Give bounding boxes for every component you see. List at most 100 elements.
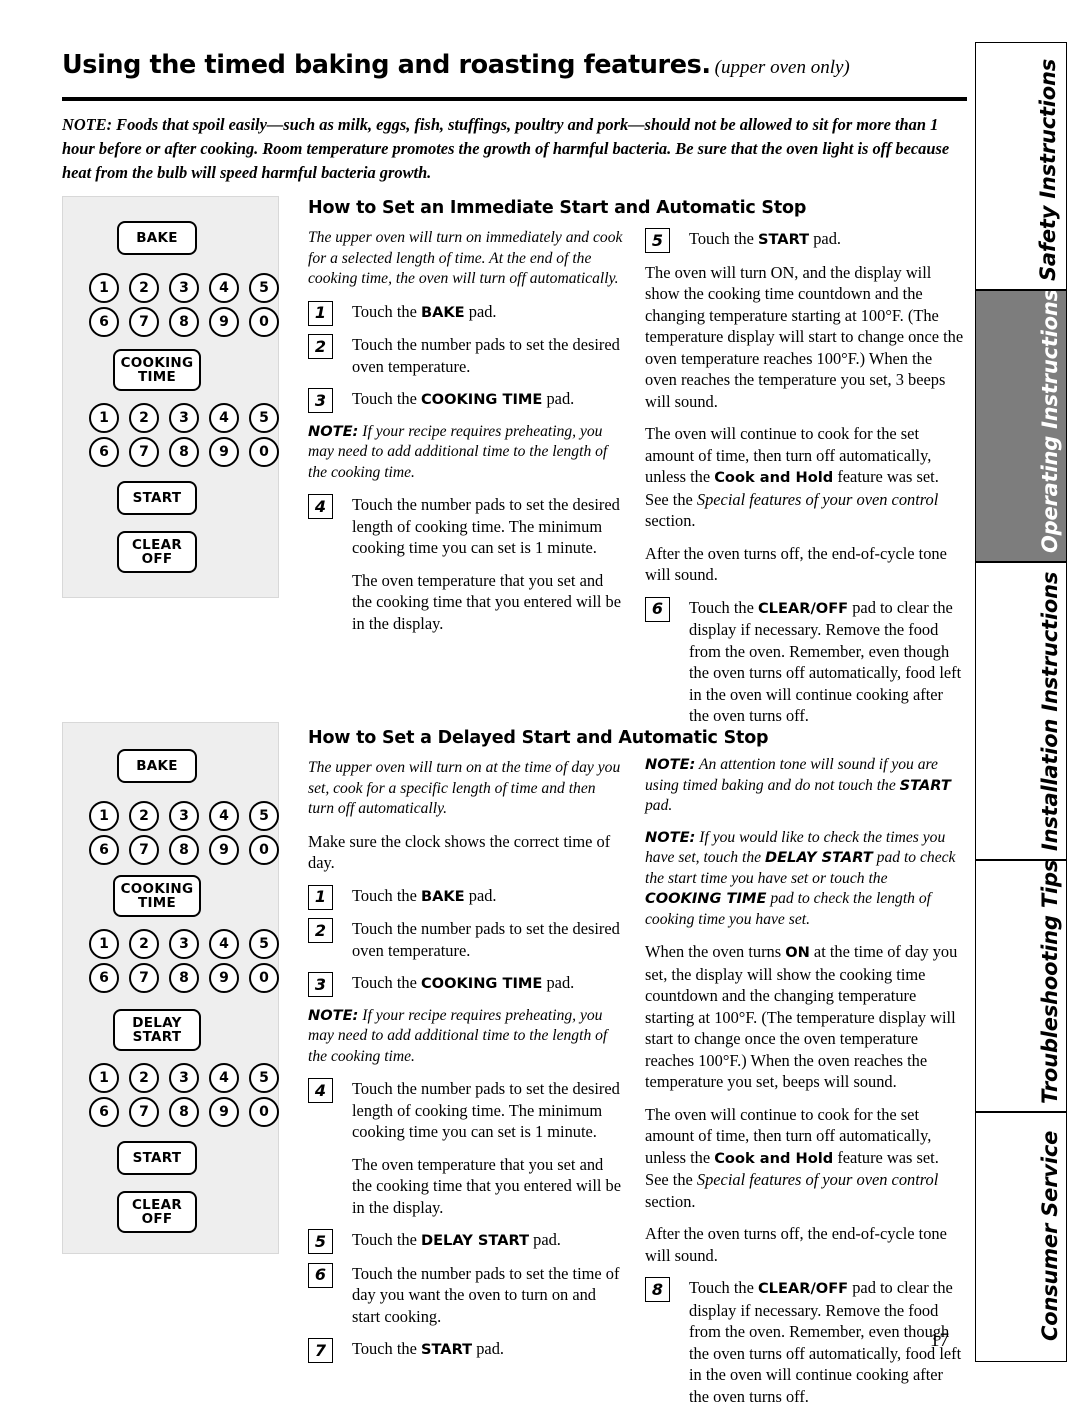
number-pad-row-4[interactable]: 6 7 8 9 0	[89, 963, 279, 993]
number-key[interactable]: 4	[209, 273, 239, 303]
delay-start-pad[interactable]: DELAY START	[113, 1009, 201, 1051]
number-pad-row-6[interactable]: 6 7 8 9 0	[89, 1097, 279, 1127]
number-key[interactable]: 4	[209, 403, 239, 433]
step-text: Touch the number pads to set the time of…	[352, 1263, 620, 1326]
number-key[interactable]: 0	[249, 1097, 279, 1127]
side-tab-consumer-service[interactable]: Consumer Service	[975, 1112, 1067, 1362]
bake-pad[interactable]: BAKE	[117, 749, 197, 783]
number-key[interactable]: 6	[89, 437, 119, 467]
number-pad-row-4[interactable]: 6 7 8 9 0	[89, 437, 279, 467]
number-key[interactable]: 2	[129, 929, 159, 959]
side-tab-installation-instructions[interactable]: Installation Instructions	[975, 562, 1067, 860]
section1-intro: The upper oven will turn on immediately …	[308, 229, 623, 287]
number-key[interactable]: 3	[169, 403, 199, 433]
number-key[interactable]: 1	[89, 273, 119, 303]
side-tab-column: Safety Instructions Operating Instructio…	[975, 42, 1067, 1362]
clear-off-pad[interactable]: CLEAR OFF	[117, 1191, 197, 1233]
number-key[interactable]: 8	[169, 963, 199, 993]
keypad-illustration-delayed-start: BAKE 1 2 3 4 5 6 7 8 9 0 COOKING TIME 1 …	[62, 722, 279, 1254]
number-key[interactable]: 0	[249, 835, 279, 865]
number-pad-row-2[interactable]: 6 7 8 9 0	[89, 835, 279, 865]
step-text-pre: Touch the	[352, 885, 421, 905]
note-label: NOTE:	[645, 828, 696, 846]
number-key[interactable]: 7	[129, 437, 159, 467]
number-key[interactable]: 3	[169, 801, 199, 831]
number-key[interactable]: 5	[249, 1063, 279, 1093]
clear-off-pad[interactable]: CLEAR OFF	[117, 531, 197, 573]
side-tab-safety-instructions[interactable]: Safety Instructions	[975, 42, 1067, 290]
number-key[interactable]: 4	[209, 929, 239, 959]
number-key[interactable]: 6	[89, 307, 119, 337]
number-key[interactable]: 0	[249, 963, 279, 993]
number-key[interactable]: 2	[129, 1063, 159, 1093]
number-key[interactable]: 1	[89, 1063, 119, 1093]
para-part: section.	[645, 1191, 696, 1211]
number-key[interactable]: 4	[209, 801, 239, 831]
number-key[interactable]: 5	[249, 403, 279, 433]
number-key[interactable]: 2	[129, 273, 159, 303]
page-title: Using the timed baking and roasting feat…	[62, 50, 711, 80]
number-key[interactable]: 5	[249, 801, 279, 831]
step-number: 1	[308, 884, 333, 910]
number-pad-row-3[interactable]: 1 2 3 4 5	[89, 403, 279, 433]
number-pad-row-5[interactable]: 1 2 3 4 5	[89, 1063, 279, 1093]
number-key[interactable]: 8	[169, 835, 199, 865]
cooking-time-pad[interactable]: COOKING TIME	[113, 349, 201, 391]
step-number: 7	[308, 1338, 333, 1363]
section2-cook-hold-paragraph: The oven will continue to cook for the s…	[645, 1104, 965, 1213]
number-key[interactable]: 7	[129, 963, 159, 993]
side-tab-troubleshooting-tips[interactable]: Troubleshooting Tips	[975, 860, 1067, 1112]
number-key[interactable]: 2	[129, 801, 159, 831]
step-text-post: pad.	[472, 1339, 504, 1358]
number-key[interactable]: 3	[169, 929, 199, 959]
number-key[interactable]: 9	[209, 1097, 239, 1127]
number-key[interactable]: 5	[249, 273, 279, 303]
start-pad[interactable]: START	[117, 1141, 197, 1175]
number-key[interactable]: 9	[209, 307, 239, 337]
number-key[interactable]: 8	[169, 1097, 199, 1127]
section1-right-column: 5 Touch the START pad. The oven will tur…	[645, 228, 965, 738]
cooking-time-pad[interactable]: COOKING TIME	[113, 875, 201, 917]
number-key[interactable]: 1	[89, 801, 119, 831]
number-pad-row-2[interactable]: 6 7 8 9 0	[89, 307, 279, 337]
step-text-pre: Touch the	[689, 1278, 758, 1297]
bake-pad-label: BAKE	[136, 758, 178, 774]
start-pad[interactable]: START	[117, 481, 197, 515]
clear-off-pad-label-1: CLEAR	[131, 537, 183, 553]
number-key[interactable]: 7	[129, 835, 159, 865]
number-key[interactable]: 6	[89, 1097, 119, 1127]
number-key[interactable]: 8	[169, 437, 199, 467]
step-text: Touch the number pads to set the desired…	[352, 495, 620, 557]
section1-oven-on-paragraph: The oven will turn ON, and the display w…	[645, 262, 964, 411]
number-key[interactable]: 5	[249, 929, 279, 959]
number-key[interactable]: 8	[169, 307, 199, 337]
start-pad-label: START	[132, 1150, 182, 1166]
number-key[interactable]: 6	[89, 963, 119, 993]
step-number: 1	[308, 300, 333, 326]
number-pad-row-1[interactable]: 1 2 3 4 5	[89, 273, 279, 303]
pad-name: DELAY START	[764, 849, 873, 866]
number-key[interactable]: 9	[209, 963, 239, 993]
number-key[interactable]: 1	[89, 403, 119, 433]
number-key[interactable]: 4	[209, 1063, 239, 1093]
number-key[interactable]: 0	[249, 437, 279, 467]
number-key[interactable]: 3	[169, 1063, 199, 1093]
step-row: 2 Touch the number pads to set the desir…	[308, 334, 623, 377]
step-text: Touch the CLEAR/OFF pad to clear the dis…	[689, 1277, 965, 1407]
number-key[interactable]: 3	[169, 273, 199, 303]
number-pad-row-1[interactable]: 1 2 3 4 5	[89, 801, 279, 831]
bake-pad[interactable]: BAKE	[117, 221, 197, 255]
section2-note-attention-tone: NOTE: An attention tone will sound if yo…	[645, 755, 965, 817]
step-text-pre: Touch the	[352, 1230, 421, 1249]
number-key[interactable]: 6	[89, 835, 119, 865]
step-text-pre: Touch the	[689, 229, 758, 248]
number-key[interactable]: 0	[249, 307, 279, 337]
number-pad-row-3[interactable]: 1 2 3 4 5	[89, 929, 279, 959]
side-tab-operating-instructions[interactable]: Operating Instructions	[975, 290, 1067, 562]
number-key[interactable]: 7	[129, 1097, 159, 1127]
number-key[interactable]: 9	[209, 437, 239, 467]
number-key[interactable]: 1	[89, 929, 119, 959]
number-key[interactable]: 7	[129, 307, 159, 337]
number-key[interactable]: 9	[209, 835, 239, 865]
number-key[interactable]: 2	[129, 403, 159, 433]
